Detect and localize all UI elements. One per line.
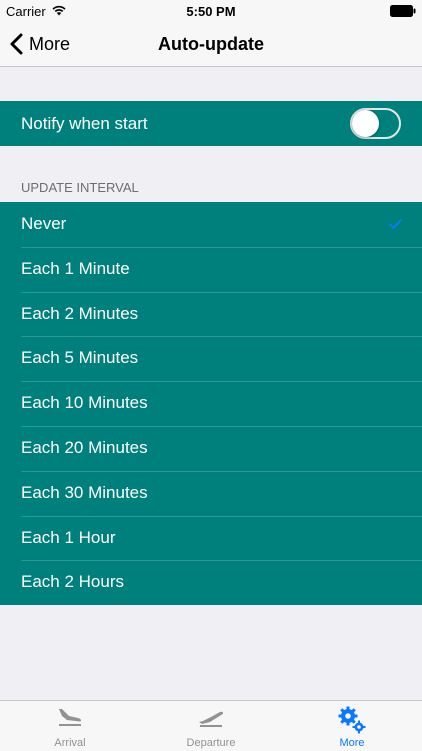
tab-more[interactable]: More	[282, 701, 422, 751]
interval-option-label: Each 10 Minutes	[21, 393, 148, 413]
interval-option-10-minutes[interactable]: Each 10 Minutes	[0, 381, 422, 426]
interval-option-label: Each 2 Hours	[21, 572, 124, 592]
plane-landing-icon	[56, 706, 84, 731]
interval-option-2-hours[interactable]: Each 2 Hours	[0, 560, 422, 605]
toggle-knob	[352, 110, 379, 137]
interval-option-never[interactable]: Never	[0, 202, 422, 247]
interval-option-label: Each 30 Minutes	[21, 482, 148, 502]
interval-option-label: Each 1 Hour	[21, 527, 116, 547]
interval-option-label: Never	[21, 214, 67, 233]
status-bar: Carrier 5:50 PM	[0, 0, 422, 22]
notify-row: Notify when start	[0, 101, 422, 146]
interval-option-label: Each 20 Minutes	[21, 437, 148, 457]
interval-option-1-hour[interactable]: Each 1 Hour	[0, 515, 422, 561]
interval-option-5-minutes[interactable]: Each 5 Minutes	[0, 336, 422, 381]
interval-option-label: Each 1 Minute	[21, 258, 130, 278]
interval-option-1-minute[interactable]: Each 1 Minute	[0, 246, 422, 292]
plane-takeoff-icon	[197, 706, 225, 731]
interval-option-label: Each 2 Minutes	[21, 303, 139, 323]
interval-option-30-minutes[interactable]: Each 30 Minutes	[0, 470, 422, 516]
section-header-update-interval: UPDATE INTERVAL	[21, 180, 139, 195]
chevron-left-icon	[10, 33, 23, 55]
interval-option-20-minutes[interactable]: Each 20 Minutes	[0, 425, 422, 471]
gears-icon	[338, 706, 366, 737]
interval-option-label: Each 5 Minutes	[21, 348, 139, 368]
clock-label: 5:50 PM	[186, 4, 236, 19]
battery-icon	[390, 5, 416, 17]
back-button-label: More	[29, 33, 71, 54]
interval-option-2-minutes[interactable]: Each 2 Minutes	[0, 291, 422, 337]
back-button[interactable]: More	[10, 22, 70, 66]
tab-more-label: More	[339, 737, 365, 749]
tab-departure-label: Departure	[186, 737, 236, 749]
checkmark-icon	[389, 202, 402, 247]
notify-toggle[interactable]	[350, 108, 401, 139]
interval-list: Never Each 1 Minute Each 2 Minutes Each …	[0, 202, 422, 606]
tab-bar: Arrival Departure More	[0, 700, 422, 751]
notify-label: Notify when start	[21, 114, 148, 133]
navigation-bar: More Auto-update	[0, 22, 422, 67]
tab-arrival-label: Arrival	[54, 737, 86, 749]
tab-departure[interactable]: Departure	[141, 701, 281, 751]
tab-arrival[interactable]: Arrival	[0, 701, 140, 751]
